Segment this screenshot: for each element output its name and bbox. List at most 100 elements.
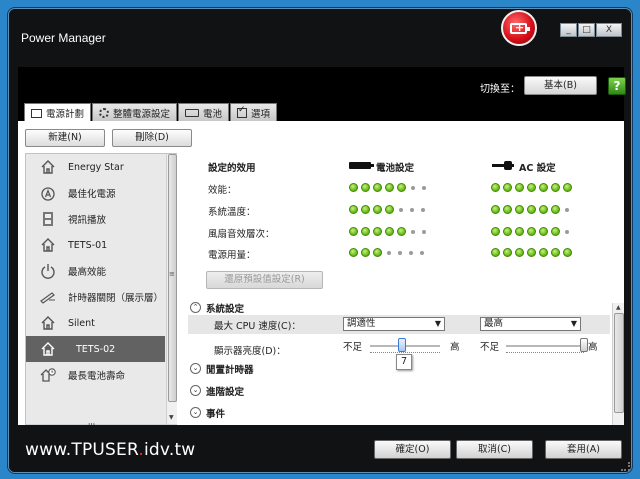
section-events[interactable]: 事件 — [206, 406, 225, 420]
meter-dot-on — [373, 227, 382, 236]
footer-bar: www.TPUSER.idv.tw 確定(O) 取消(C) 套用(A) — [9, 425, 631, 472]
expand-icon[interactable]: ⌄ — [190, 363, 201, 374]
scroll-thumb[interactable] — [614, 313, 624, 413]
help-icon[interactable]: ? — [608, 77, 626, 95]
meter-dot-off — [399, 207, 403, 212]
meter-dot-on — [361, 227, 370, 236]
list-item[interactable]: Silent — [26, 310, 165, 336]
scroll-up-icon[interactable]: ▲ — [616, 304, 621, 311]
scroll-thumb[interactable] — [168, 154, 177, 402]
meter-dot-on — [515, 205, 524, 214]
meter-dot-on — [361, 248, 370, 257]
resize-grip-icon[interactable] — [621, 462, 630, 471]
restore-defaults-button[interactable]: 還原預設值設定(R) — [206, 271, 323, 289]
meter-dot-on — [503, 248, 512, 257]
tab-label: 選項 — [251, 108, 271, 120]
list-item[interactable]: Energy Star — [26, 154, 165, 180]
meter-dot-on — [551, 205, 560, 214]
tab-battery[interactable]: 電池 — [178, 103, 230, 121]
expand-icon[interactable]: ⌄ — [190, 385, 201, 396]
list-item[interactable]: 最高效能 — [26, 258, 165, 284]
section-system-settings[interactable]: 系統設定 — [206, 301, 244, 315]
basic-mode-button[interactable]: 基本(B) — [524, 76, 597, 95]
plan-label: 最佳化電源 — [68, 189, 116, 200]
plan-label: TETS-01 — [68, 239, 108, 251]
expand-icon[interactable]: ⌄ — [190, 407, 201, 418]
house-icon — [41, 342, 55, 356]
close-button[interactable]: X — [596, 23, 622, 37]
meter-dot-on — [503, 205, 512, 214]
effect-label-fan-noise: 風扇音效層次： — [208, 229, 275, 240]
battery-icon — [185, 108, 200, 117]
cancel-button[interactable]: 取消(C) — [456, 440, 533, 459]
plan-list-vertical-scrollbar[interactable]: ≡ ▼ — [166, 154, 177, 424]
power-plan-list: Energy Star 最佳化電源 視訊播放 TETS-01 最高效能 計時器關… — [25, 153, 177, 435]
meter-dot-on — [527, 227, 536, 236]
plan-label: Energy Star — [68, 161, 124, 173]
plan-label: 最長電池壽命 — [68, 371, 126, 382]
meter-dot-on — [373, 205, 382, 214]
cpu-speed-battery-select[interactable]: 調適性 ▼ — [343, 317, 445, 331]
delete-plan-button[interactable]: 刪除(D) — [112, 129, 192, 147]
list-item[interactable]: 最佳化電源 — [26, 180, 165, 206]
list-item[interactable]: 視訊播放 — [26, 206, 165, 232]
title-bar[interactable]: Power Manager + _ □ X — [9, 9, 631, 67]
effects-heading: 設定的效用 — [208, 163, 256, 174]
section-advanced[interactable]: 進階設定 — [206, 384, 244, 398]
slider-min-label: 不足 — [480, 342, 500, 353]
tab-options[interactable]: 選項 — [230, 103, 278, 121]
meter-dot-on — [349, 248, 358, 257]
plan-label: TETS-02 — [76, 343, 116, 355]
meter-dot-on — [397, 183, 406, 192]
power-manager-logo-icon: + — [501, 10, 537, 46]
list-item[interactable]: TETS-01 — [26, 232, 165, 258]
ok-button[interactable]: 確定(O) — [374, 440, 451, 459]
meter-dot-off — [398, 250, 402, 255]
meter-dot-on — [503, 227, 512, 236]
dot-meter-battery-2 — [349, 227, 428, 236]
meter-dot-off — [565, 229, 569, 234]
slider-min-label: 不足 — [343, 342, 363, 353]
brightness-ac-track[interactable] — [506, 345, 584, 347]
settings-vertical-scrollbar[interactable]: ▲ ▼ — [612, 303, 624, 435]
list-item[interactable]: 最長電池壽命 — [26, 362, 165, 388]
tab-power-plans[interactable]: 電源計劃 — [24, 103, 92, 122]
new-plan-button[interactable]: 新建(N) — [25, 129, 105, 147]
meter-dot-off — [422, 229, 426, 234]
meter-dot-on — [491, 183, 500, 192]
meter-dot-off — [409, 250, 413, 255]
meter-dot-on — [385, 183, 394, 192]
effect-label-performance: 效能： — [208, 185, 237, 196]
meter-dot-on — [397, 227, 406, 236]
maximize-button[interactable]: □ — [578, 23, 595, 37]
list-item[interactable]: 計時器關閉（展示層） — [26, 284, 165, 310]
select-value: 最高 — [484, 318, 504, 329]
cpu-speed-ac-select[interactable]: 最高 ▼ — [480, 317, 581, 331]
dot-meter-ac-2 — [491, 227, 571, 236]
dot-meter-battery-3 — [349, 248, 426, 257]
minimize-button[interactable]: _ — [560, 23, 577, 37]
brightness-battery-thumb[interactable] — [397, 338, 406, 352]
list-item-selected[interactable]: TETS-02 — [26, 336, 165, 362]
film-icon — [43, 212, 53, 226]
dot-meter-ac-0 — [491, 183, 572, 192]
collapse-icon[interactable]: ⌃ — [190, 302, 201, 313]
tab-strip: 電源計劃 整體電源設定 電池 選項 — [18, 103, 624, 122]
tab-label: 電池 — [203, 108, 223, 120]
meter-dot-on — [539, 248, 548, 257]
apply-button[interactable]: 套用(A) — [545, 440, 622, 459]
gear-icon — [99, 107, 110, 118]
plan-label: 計時器關閉（展示層） — [68, 293, 164, 304]
cpu-speed-label: 最大 CPU 速度(C)： — [214, 321, 301, 332]
power-manager-window: Power Manager + _ □ X 切換至： 基本(B) ? 電源計劃 … — [8, 8, 632, 473]
brightness-ac-thumb[interactable] — [580, 338, 588, 352]
scroll-down-icon[interactable]: ▼ — [169, 414, 174, 421]
meter-dot-on — [527, 205, 536, 214]
dot-meter-ac-3 — [491, 248, 572, 257]
meter-dot-on — [361, 183, 370, 192]
tab-global-settings[interactable]: 整體電源設定 — [92, 103, 178, 121]
switch-to-label: 切換至： — [480, 84, 520, 95]
section-idle-timer[interactable]: 閒置計時器 — [206, 362, 254, 376]
ac-settings-heading: AC 設定 — [519, 163, 556, 174]
house-icon — [41, 160, 55, 174]
